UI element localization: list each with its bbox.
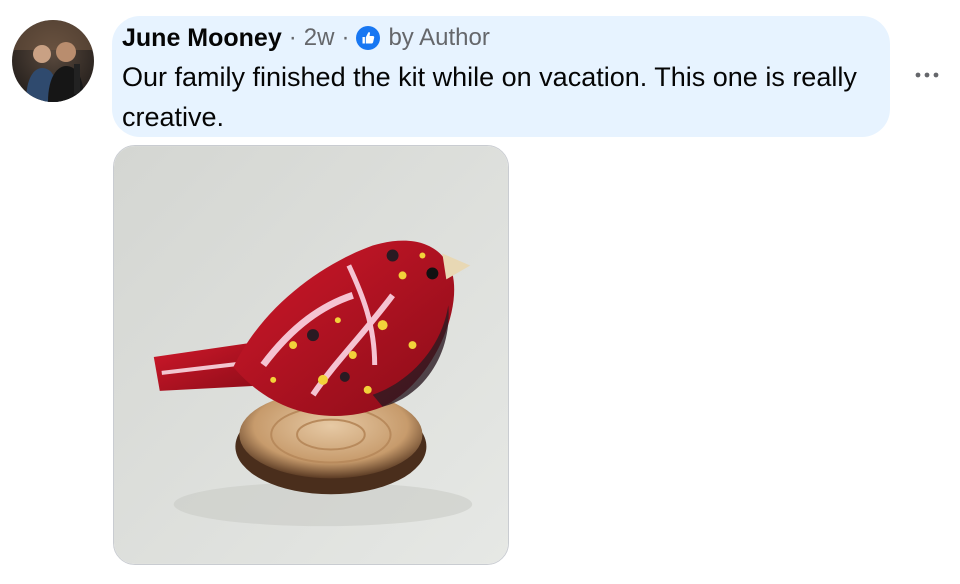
- thumbs-up-icon: [356, 26, 381, 50]
- meta-separator: ·: [341, 24, 350, 51]
- avatar-image: [12, 20, 94, 102]
- meta-separator: ·: [288, 24, 297, 51]
- comment-photo[interactable]: [113, 145, 509, 565]
- comment-timestamp[interactable]: 2w: [304, 24, 335, 52]
- comment-bubble: June Mooney · 2w · by Author Our family …: [112, 16, 890, 137]
- bird-figurine-image: [114, 146, 508, 564]
- author-name[interactable]: June Mooney: [122, 24, 282, 53]
- author-badge-label: by Author: [388, 24, 490, 51]
- comment-text: Our family finished the kit while on vac…: [122, 62, 857, 132]
- more-options-button[interactable]: [909, 60, 945, 90]
- more-options-icon: [915, 72, 939, 78]
- comment-meta: June Mooney · 2w · by Author: [122, 23, 880, 53]
- author-avatar[interactable]: [12, 20, 94, 102]
